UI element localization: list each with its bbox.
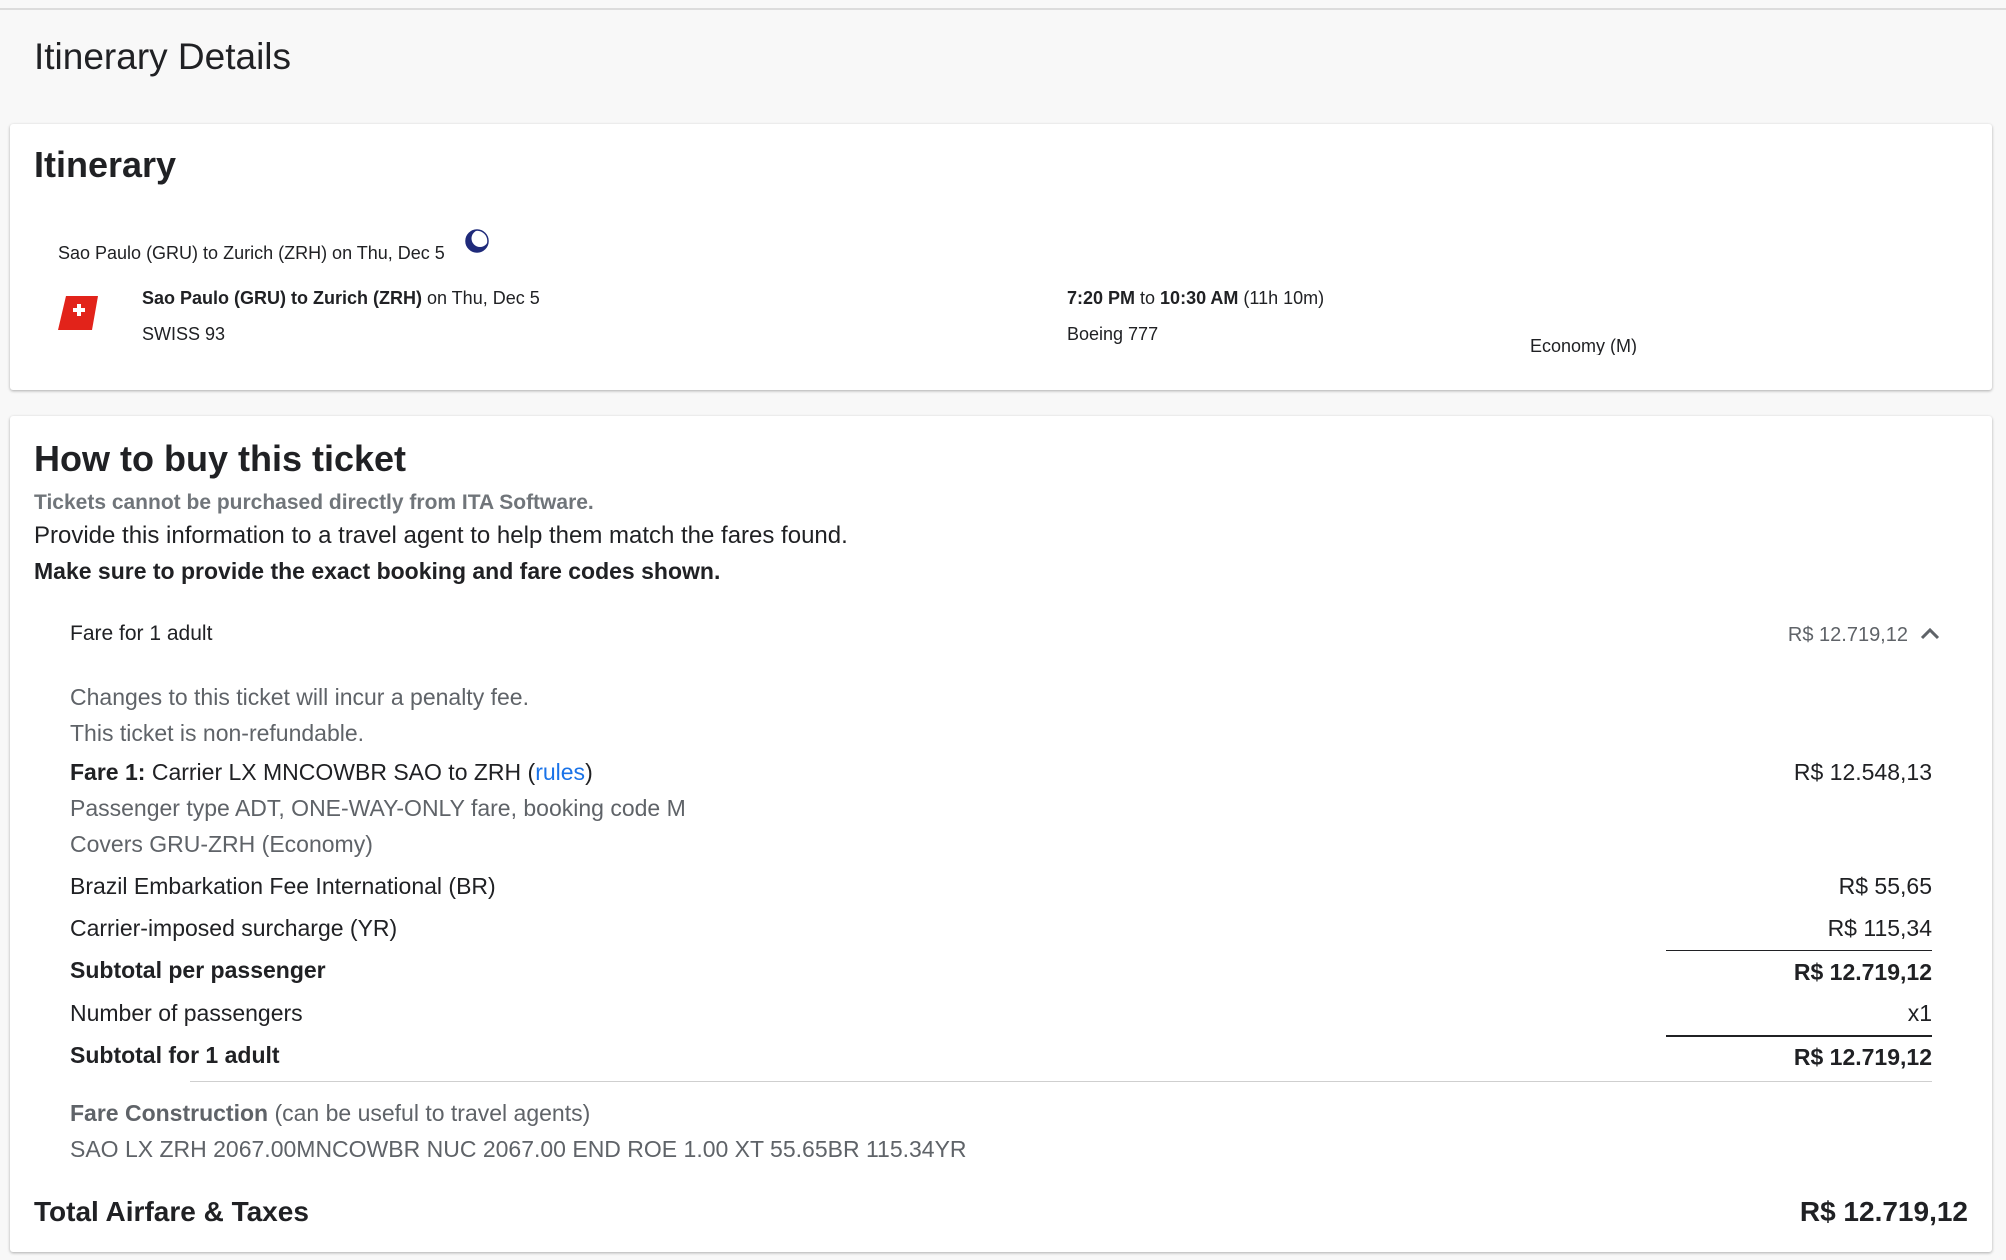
surcharge-amount: R$ 115,34	[1827, 915, 1932, 941]
subtotal-divider	[1666, 950, 1932, 951]
flight-duration: (11h 10m)	[1238, 288, 1325, 308]
fare-construction-line: Fare Construction (can be useful to trav…	[70, 1100, 590, 1127]
chevron-up-icon[interactable]	[1918, 624, 1942, 642]
route-date: on Thu, Dec 5	[421, 288, 540, 308]
segment-title: Sao Paulo (GRU) to Zurich (ZRH) on Thu, …	[58, 243, 445, 263]
agent-info: Provide this information to a travel age…	[34, 522, 848, 549]
itinerary-heading: Itinerary	[34, 144, 177, 185]
num-passengers-label: Number of passengers	[70, 1000, 303, 1026]
fare-construction-hint: (can be useful to travel agents)	[268, 1100, 591, 1126]
top-divider	[0, 8, 2006, 10]
cabin-class: Economy (M)	[1530, 336, 1638, 355]
flight-route: Sao Paulo (GRU) to Zurich (ZRH) on Thu, …	[142, 288, 540, 309]
total-label: Total Airfare & Taxes	[34, 1196, 309, 1227]
section-divider	[190, 1081, 1932, 1082]
refund-note: This ticket is non-refundable.	[70, 720, 365, 746]
fare-1-amount: R$ 12.548,13	[1793, 759, 1932, 785]
fare-1-line: Fare 1: Carrier LX MNCOWBR SAO to ZRH (r…	[70, 759, 593, 785]
swiss-airline-logo	[58, 296, 98, 330]
fare-header-amount[interactable]: R$ 12.719,12	[1690, 624, 1908, 647]
page-title: Itinerary Details	[34, 36, 292, 77]
fee-amount: R$ 55,65	[1838, 873, 1932, 899]
rules-link[interactable]: rules	[535, 759, 585, 785]
flight-number: SWISS 93	[142, 324, 226, 344]
fare-construction-label: Fare Construction	[70, 1100, 269, 1126]
covers-line: Covers GRU-ZRH (Economy)	[70, 831, 373, 857]
depart-time: 7:20 PM	[1067, 288, 1136, 308]
subtotal-per-passenger-amount: R$ 12.719,12	[1793, 959, 1932, 985]
fare-construction-code: SAO LX ZRH 2067.00MNCOWBR NUC 2067.00 EN…	[70, 1136, 967, 1162]
total-divider	[1666, 1035, 1932, 1037]
purchase-note: Tickets cannot be purchased directly fro…	[34, 491, 594, 514]
arrive-time: 10:30 AM	[1160, 288, 1239, 308]
buy-ticket-card: How to buy this ticket Tickets cannot be…	[10, 416, 1992, 1252]
fare-1-label: Fare 1:	[70, 759, 146, 785]
surcharge-label: Carrier-imposed surcharge (YR)	[70, 915, 398, 941]
fare-header-label[interactable]: Fare for 1 adult	[70, 622, 212, 646]
flight-times: 7:20 PM to 10:30 AM (11h 10m)	[1067, 288, 1325, 308]
num-passengers-value: x1	[1907, 1000, 1932, 1026]
subtotal-adult-label: Subtotal for 1 adult	[70, 1042, 280, 1068]
subtotal-per-passenger-label: Subtotal per passenger	[70, 957, 326, 983]
route-origin-destination: Sao Paulo (GRU) to Zurich (ZRH)	[142, 288, 422, 308]
total-amount: R$ 12.719,12	[1799, 1196, 1968, 1227]
itinerary-card: Itinerary Sao Paulo (GRU) to Zurich (ZRH…	[10, 124, 1992, 390]
passenger-type-line: Passenger type ADT, ONE-WAY-ONLY fare, b…	[70, 795, 686, 821]
fee-label: Brazil Embarkation Fee International (BR…	[70, 873, 496, 899]
buy-heading: How to buy this ticket	[34, 438, 407, 479]
subtotal-adult-amount: R$ 12.719,12	[1793, 1044, 1932, 1070]
aircraft-type: Boeing 777	[1067, 324, 1159, 344]
moon-icon	[465, 229, 489, 253]
exact-codes-warning: Make sure to provide the exact booking a…	[34, 558, 721, 584]
penalty-note: Changes to this ticket will incur a pena…	[70, 684, 529, 710]
